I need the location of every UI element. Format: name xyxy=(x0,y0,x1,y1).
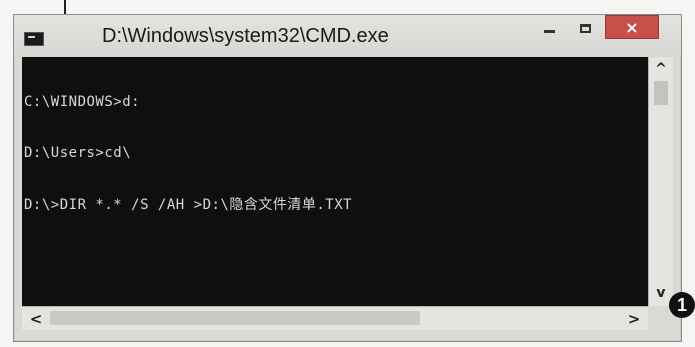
step-number-badge: 1 xyxy=(669,292,695,318)
maximize-button[interactable] xyxy=(567,15,603,41)
minimize-button[interactable] xyxy=(531,15,567,41)
horizontal-scrollbar[interactable]: < > xyxy=(22,306,648,330)
maximize-icon xyxy=(579,23,591,33)
title-bar[interactable]: D:\Windows\system32\CMD.exe × xyxy=(14,15,681,57)
screenshot-page: D:\Windows\system32\CMD.exe × C:\WINDOWS… xyxy=(0,0,695,347)
horizontal-scroll-thumb[interactable] xyxy=(50,311,420,325)
scroll-up-arrow-icon[interactable]: ^ xyxy=(649,59,673,79)
console-line: D:\Users>cd\ xyxy=(24,145,132,161)
scroll-right-arrow-icon[interactable]: > xyxy=(622,307,646,330)
close-icon: × xyxy=(625,17,639,37)
vertical-scrollbar[interactable]: ^ v xyxy=(648,57,673,306)
close-button[interactable]: × xyxy=(605,15,659,39)
cmd-icon[interactable] xyxy=(24,32,44,46)
minimize-icon xyxy=(543,29,555,33)
vertical-scroll-thumb[interactable] xyxy=(654,81,668,105)
console-line: C:\WINDOWS>d: xyxy=(24,94,141,110)
cmd-window: D:\Windows\system32\CMD.exe × C:\WINDOWS… xyxy=(13,14,682,342)
window-title: D:\Windows\system32\CMD.exe xyxy=(102,25,389,47)
console-output[interactable]: C:\WINDOWS>d: D:\Users>cd\ D:\>DIR *.* /… xyxy=(22,57,648,306)
console-line: D:\>DIR *.* /S /AH >D:\隐含文件清单.TXT xyxy=(24,197,353,213)
scroll-left-arrow-icon[interactable]: < xyxy=(24,307,48,330)
